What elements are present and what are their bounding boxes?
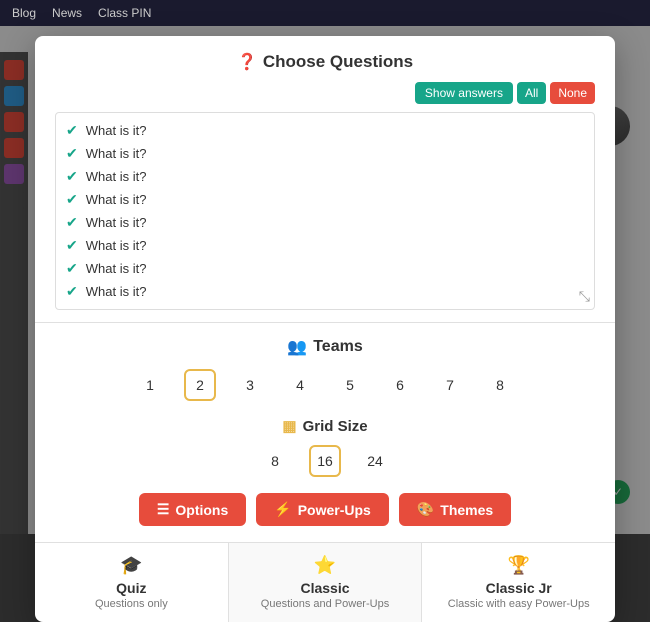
- teams-icon: 👥: [287, 337, 307, 357]
- action-buttons: ☰ Options ⚡ Power-Ups 🎨 Themes: [55, 493, 595, 526]
- classic-jr-desc: Classic with easy Power-Ups: [430, 598, 607, 610]
- classic-jr-title: Classic Jr: [430, 580, 607, 596]
- question-item[interactable]: ✔ What is it?: [64, 188, 586, 211]
- grid-btn-24[interactable]: 24: [359, 445, 391, 477]
- check-icon: ✔: [66, 191, 78, 208]
- question-text: What is it?: [86, 238, 147, 253]
- powerups-icon: ⚡: [274, 501, 291, 518]
- choose-questions-label: Choose Questions: [263, 52, 413, 72]
- classic-jr-icon: 🏆: [430, 555, 607, 576]
- question-item[interactable]: ✔ What is it?: [64, 234, 586, 257]
- show-answers-button[interactable]: Show answers: [415, 82, 513, 104]
- question-text: What is it?: [86, 284, 147, 299]
- question-item[interactable]: ✔ What is it?: [64, 165, 586, 188]
- check-icon: ✔: [66, 168, 78, 185]
- grid-size-label: Grid Size: [303, 418, 368, 435]
- choose-questions-section: ❓ Choose Questions Show answers All None…: [35, 36, 615, 323]
- modal-overlay: ❓ Choose Questions Show answers All None…: [0, 26, 650, 534]
- themes-icon: 🎨: [417, 501, 434, 518]
- resize-handle[interactable]: ⤡: [579, 288, 590, 305]
- grid-btn-16[interactable]: 16: [309, 445, 341, 477]
- game-modes-row: 🎓 Quiz Questions only ⭐ Classic Question…: [35, 542, 615, 622]
- choose-questions-title: ❓ Choose Questions: [55, 52, 595, 72]
- options-button[interactable]: ☰ Options: [139, 493, 246, 526]
- nav-class-pin[interactable]: Class PIN: [98, 6, 151, 20]
- check-icon: ✔: [66, 283, 78, 300]
- answers-toolbar: Show answers All None: [55, 82, 595, 104]
- question-text: What is it?: [86, 192, 147, 207]
- teams-title: 👥 Teams: [55, 337, 595, 357]
- nav-news[interactable]: News: [52, 6, 82, 20]
- question-item[interactable]: ✔ What is it?: [64, 257, 586, 280]
- powerups-button[interactable]: ⚡ Power-Ups: [256, 493, 389, 526]
- check-icon: ✔: [66, 214, 78, 231]
- teams-btn-2[interactable]: 2: [184, 369, 216, 401]
- questions-list: ✔ What is it? ✔ What is it? ✔ What is it…: [55, 112, 595, 310]
- game-mode-quiz[interactable]: 🎓 Quiz Questions only: [35, 543, 229, 622]
- check-icon: ✔: [66, 260, 78, 277]
- question-text: What is it?: [86, 215, 147, 230]
- none-button[interactable]: None: [550, 82, 595, 104]
- question-text: What is it?: [86, 261, 147, 276]
- grid-btn-8[interactable]: 8: [259, 445, 291, 477]
- question-text: What is it?: [86, 169, 147, 184]
- question-item[interactable]: ✔ What is it?: [64, 280, 586, 303]
- teams-btn-1[interactable]: 1: [134, 369, 166, 401]
- teams-btn-7[interactable]: 7: [434, 369, 466, 401]
- themes-button[interactable]: 🎨 Themes: [399, 493, 511, 526]
- question-text: What is it?: [86, 123, 147, 138]
- question-text: What is it?: [86, 146, 147, 161]
- teams-btn-4[interactable]: 4: [284, 369, 316, 401]
- question-item[interactable]: ✔ What is it?: [64, 119, 586, 142]
- powerups-label: Power-Ups: [298, 502, 371, 518]
- nav-blog[interactable]: Blog: [12, 6, 36, 20]
- grid-size-row: 8 16 24: [55, 445, 595, 477]
- themes-label: Themes: [440, 502, 493, 518]
- grid-icon: ▦: [282, 417, 296, 435]
- check-icon: ✔: [66, 122, 78, 139]
- teams-label: Teams: [313, 338, 363, 356]
- all-button[interactable]: All: [517, 82, 546, 104]
- classic-icon: ⭐: [237, 555, 414, 576]
- quiz-title: Quiz: [43, 580, 220, 596]
- question-item[interactable]: ✔ What is it?: [64, 211, 586, 234]
- question-icon: ❓: [237, 52, 257, 72]
- game-mode-classic[interactable]: ⭐ Classic Questions and Power-Ups: [229, 543, 423, 622]
- teams-btn-5[interactable]: 5: [334, 369, 366, 401]
- classic-desc: Questions and Power-Ups: [237, 598, 414, 610]
- game-mode-classic-jr[interactable]: 🏆 Classic Jr Classic with easy Power-Ups: [422, 543, 615, 622]
- check-icon: ✔: [66, 237, 78, 254]
- options-label: Options: [175, 502, 228, 518]
- grid-size-title: ▦ Grid Size: [55, 417, 595, 435]
- options-icon: ☰: [157, 501, 170, 518]
- teams-number-row: 1 2 3 4 5 6 7 8: [55, 369, 595, 401]
- quiz-icon: 🎓: [43, 555, 220, 576]
- teams-section: 👥 Teams 1 2 3 4 5 6 7 8 ▦ Grid Size 8 16…: [35, 323, 615, 542]
- question-item[interactable]: ✔ What is it?: [64, 142, 586, 165]
- quiz-desc: Questions only: [43, 598, 220, 610]
- teams-btn-6[interactable]: 6: [384, 369, 416, 401]
- teams-btn-3[interactable]: 3: [234, 369, 266, 401]
- check-icon: ✔: [66, 145, 78, 162]
- modal-dialog: ❓ Choose Questions Show answers All None…: [35, 36, 615, 622]
- classic-title: Classic: [237, 580, 414, 596]
- teams-btn-8[interactable]: 8: [484, 369, 516, 401]
- nav-bar: Blog News Class PIN: [0, 0, 650, 26]
